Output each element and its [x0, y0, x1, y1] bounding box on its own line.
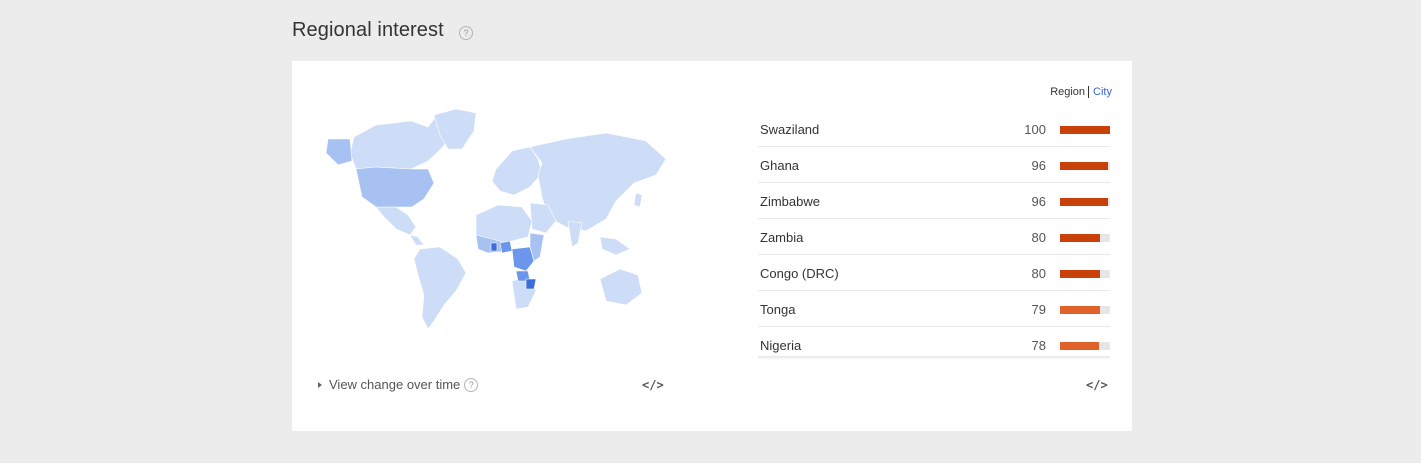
region-value: 78: [1031, 338, 1046, 353]
interest-bar-track: [1060, 126, 1110, 134]
region-name: Tonga: [760, 302, 796, 317]
region-value: 80: [1031, 230, 1046, 245]
interest-bar-fill: [1060, 270, 1100, 278]
map-japan: [633, 192, 643, 208]
map-congo-drc: [511, 246, 535, 272]
interest-bar-fill: [1060, 198, 1108, 206]
map-ghana: [490, 242, 498, 252]
world-map[interactable]: [316, 109, 672, 335]
region-name: Nigeria: [760, 338, 802, 353]
interest-bar-track: [1060, 234, 1110, 242]
region-value: 79: [1031, 302, 1046, 317]
interest-bar-track: [1060, 342, 1110, 350]
interest-bar-fill: [1060, 306, 1100, 314]
region-row[interactable]: Swaziland 100: [758, 111, 1110, 147]
interest-bar-fill: [1060, 234, 1100, 242]
region-city-toggle: Region City: [1050, 86, 1112, 98]
interest-bar-track: [1060, 198, 1110, 206]
caret-right-icon: [318, 381, 322, 388]
view-change-label: View change over time: [329, 377, 461, 392]
interest-bar-track: [1060, 270, 1110, 278]
region-row[interactable]: Zimbabwe 96: [758, 183, 1110, 219]
interest-bar-fill: [1060, 342, 1099, 350]
region-name: Ghana: [760, 158, 800, 173]
map-australia: [599, 268, 643, 306]
region-row[interactable]: Zambia 80: [758, 219, 1110, 255]
region-value: 80: [1031, 266, 1046, 281]
embed-code-icon[interactable]: </>: [642, 378, 664, 392]
city-tab[interactable]: City: [1089, 86, 1112, 98]
help-icon[interactable]: ?: [464, 377, 479, 392]
map-europe: [491, 146, 543, 196]
region-name: Congo (DRC): [760, 266, 839, 281]
region-row[interactable]: Ghana 96: [758, 147, 1110, 183]
map-mexico: [375, 206, 417, 236]
help-icon[interactable]: ?: [459, 26, 473, 40]
region-name: Zimbabwe: [760, 194, 820, 209]
region-value: 96: [1031, 158, 1046, 173]
list-scroll-shadow: [758, 356, 1110, 360]
embed-code-icon[interactable]: </>: [1086, 378, 1108, 392]
interest-bar-track: [1060, 162, 1110, 170]
region-list: Swaziland 100 Ghana 96 Zimbabwe 96 Zambia 80 Con…: [758, 111, 1110, 362]
map-zimbabwe: [525, 278, 537, 290]
map-south-america: [413, 246, 467, 330]
interest-bar-fill: [1060, 126, 1110, 134]
map-central-america: [409, 234, 425, 246]
map-india: [567, 220, 583, 248]
region-value: 96: [1031, 194, 1046, 209]
interest-bar-track: [1060, 306, 1110, 314]
region-row[interactable]: Congo (DRC) 80: [758, 255, 1110, 291]
region-name: Swaziland: [760, 122, 820, 137]
map-usa: [355, 166, 435, 208]
interest-bar-fill: [1060, 162, 1108, 170]
region-name: Zambia: [760, 230, 804, 245]
map-alaska: [325, 138, 353, 166]
region-tab[interactable]: Region: [1050, 86, 1090, 98]
map-nigeria: [499, 240, 513, 254]
map-se-asia: [599, 236, 631, 256]
view-change-toggle[interactable]: View change over time ?: [318, 377, 479, 392]
region-value: 100: [1024, 122, 1046, 137]
regional-interest-card: View change over time ? </> Region City …: [292, 61, 1132, 431]
section-title: Regional interest: [292, 19, 444, 41]
region-row[interactable]: Tonga 79: [758, 291, 1110, 327]
